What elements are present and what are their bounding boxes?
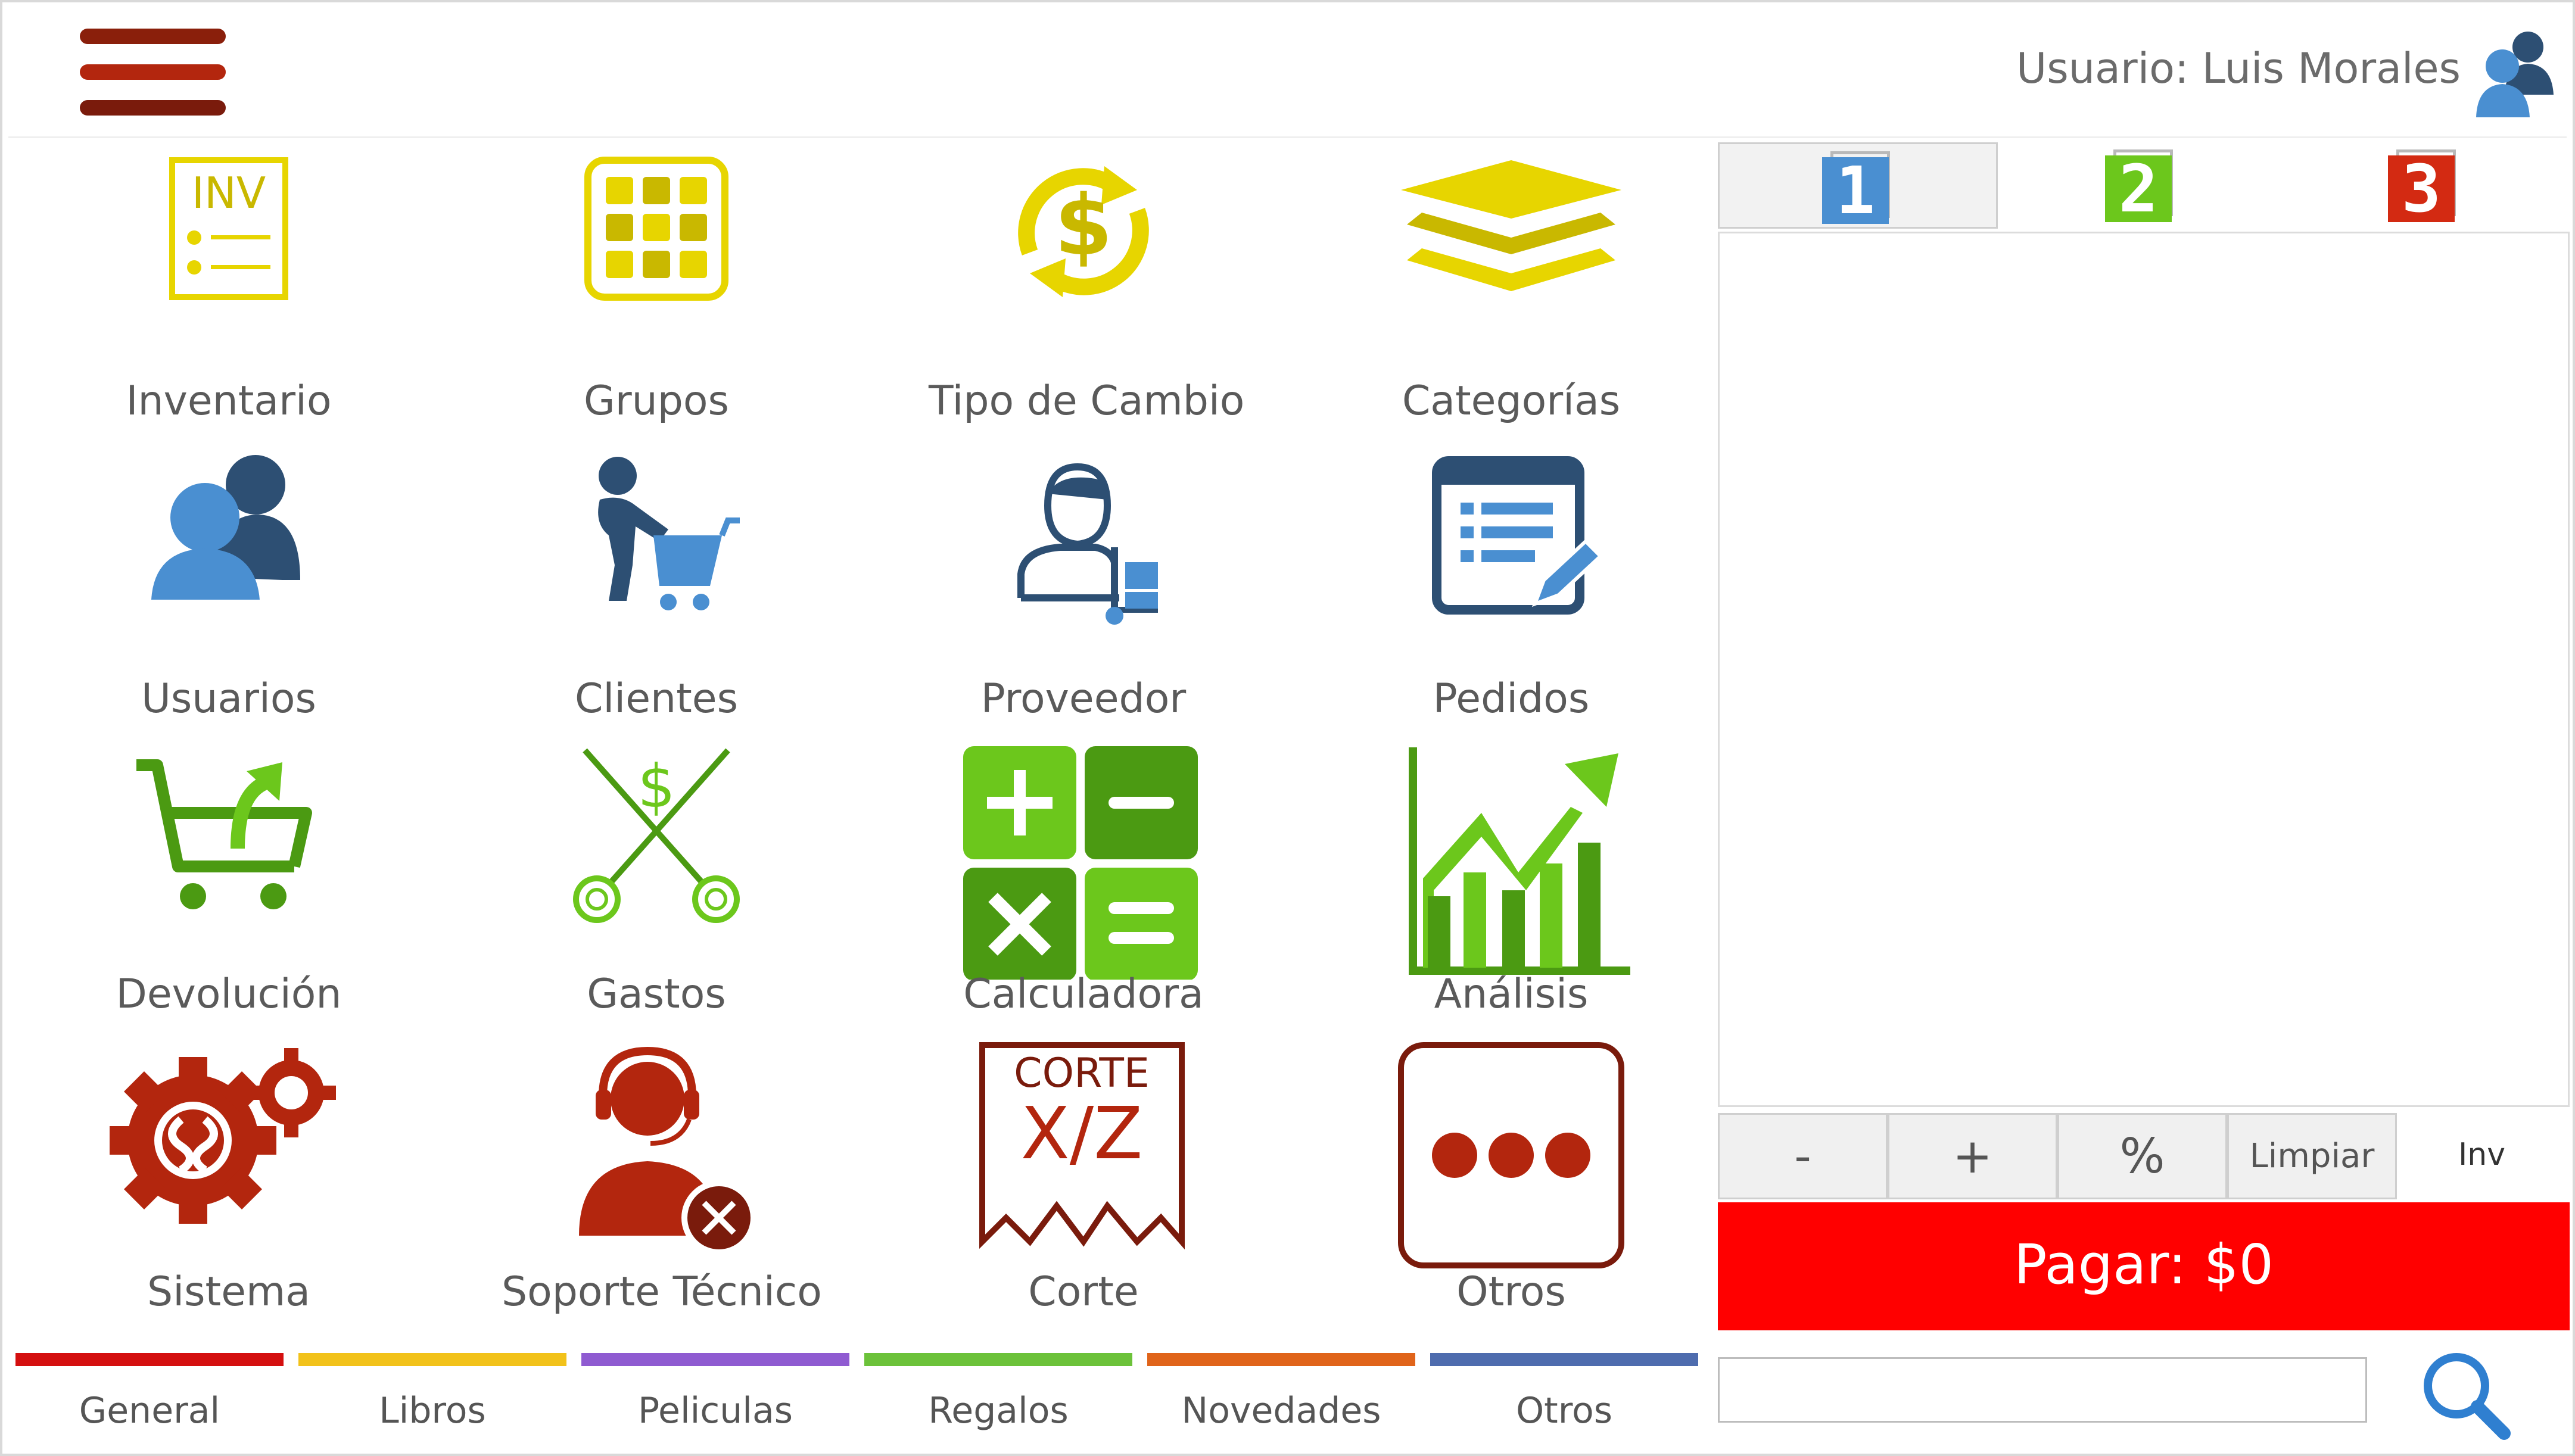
groups-grid-icon bbox=[584, 157, 728, 301]
search-input[interactable] bbox=[1718, 1357, 2367, 1423]
tab-label: Peliculas bbox=[637, 1390, 793, 1432]
clear-button[interactable]: Limpiar bbox=[2227, 1113, 2397, 1199]
tab-label: Libros bbox=[379, 1390, 486, 1432]
svg-text:$: $ bbox=[637, 752, 675, 821]
inventory-icon: INV bbox=[169, 157, 288, 300]
users-icon bbox=[151, 455, 300, 600]
tile-calculadora[interactable]: Calculadora bbox=[929, 735, 1238, 1027]
tile-label: Soporte Técnico bbox=[502, 1268, 822, 1315]
expenses-scissors-icon: $ bbox=[573, 748, 740, 923]
tab-libros[interactable]: Libros bbox=[298, 1353, 566, 1442]
system-gears-icon bbox=[110, 1048, 336, 1224]
analytics-chart-icon bbox=[1409, 747, 1630, 975]
ticket-1-icon: 1 bbox=[1822, 151, 1894, 224]
tile-label: Pedidos bbox=[1433, 675, 1590, 722]
tile-otros[interactable]: Otros bbox=[1356, 1033, 1666, 1325]
more-dots-icon bbox=[1398, 1042, 1624, 1268]
tab-novedades[interactable]: Novedades bbox=[1147, 1353, 1415, 1442]
tab-color-bar bbox=[1147, 1353, 1415, 1366]
menu-icon[interactable] bbox=[80, 26, 226, 121]
category-tabs: General Libros Peliculas Regalos Novedad… bbox=[15, 1353, 1701, 1442]
svg-text:X/Z: X/Z bbox=[1021, 1093, 1143, 1176]
tab-otros[interactable]: Otros bbox=[1430, 1353, 1698, 1442]
tab-color-bar bbox=[15, 1353, 284, 1366]
percent-button[interactable]: % bbox=[2057, 1113, 2227, 1199]
tile-label: Calculadora bbox=[963, 971, 1204, 1018]
inv-button[interactable]: Inv bbox=[2397, 1113, 2567, 1199]
cut-ticket-icon: CORTE X/Z bbox=[979, 1042, 1185, 1250]
tile-label: Usuarios bbox=[141, 675, 316, 722]
user-label: Usuario: Luis Morales bbox=[2016, 44, 2461, 93]
header-divider bbox=[8, 136, 2567, 138]
tile-inventario[interactable]: INV Inventario bbox=[74, 142, 384, 434]
tile-grupos[interactable]: Grupos bbox=[502, 142, 811, 434]
tab-label: General bbox=[79, 1390, 220, 1432]
tab-label: Novedades bbox=[1181, 1390, 1381, 1432]
tile-label: Gastos bbox=[587, 971, 726, 1018]
tab-label: Regalos bbox=[928, 1390, 1069, 1432]
app-window: Usuario: Luis Morales INV Inventario Gru… bbox=[0, 0, 2575, 1456]
ticket-2-icon: 2 bbox=[2105, 149, 2177, 222]
tile-corte[interactable]: CORTE X/Z Corte bbox=[929, 1033, 1238, 1325]
tile-label: Tipo de Cambio bbox=[929, 378, 1245, 425]
tile-usuarios[interactable]: Usuarios bbox=[74, 440, 384, 732]
ticket-3-icon: 3 bbox=[2388, 149, 2459, 222]
ticket-tab-2[interactable]: 2 bbox=[2001, 142, 2281, 229]
tile-label: Proveedor bbox=[980, 675, 1187, 722]
tile-label: Otros bbox=[1456, 1268, 1566, 1315]
tab-color-bar bbox=[581, 1353, 849, 1366]
ticket-panel: 1 2 3 - + % Limpiar Inv Pagar: $0 bbox=[1718, 142, 2570, 1452]
search-icon[interactable] bbox=[2415, 1344, 2516, 1445]
tile-label: Clientes bbox=[574, 675, 739, 722]
keypad: - + % Limpiar Inv bbox=[1718, 1113, 2570, 1199]
exchange-rate-icon: $ bbox=[1018, 166, 1149, 297]
tile-tipo-de-cambio[interactable]: $ Tipo de Cambio bbox=[929, 142, 1245, 434]
tile-label: Inventario bbox=[126, 378, 332, 425]
tile-gastos[interactable]: $ Gastos bbox=[502, 735, 811, 1027]
ticket-items-list[interactable] bbox=[1718, 232, 2570, 1107]
calculator-icon bbox=[963, 746, 1198, 980]
tab-label: Otros bbox=[1515, 1390, 1613, 1432]
tile-clientes[interactable]: Clientes bbox=[502, 440, 811, 732]
supplier-icon bbox=[1017, 463, 1158, 625]
pay-button[interactable]: Pagar: $0 bbox=[1718, 1202, 2570, 1330]
tab-color-bar bbox=[298, 1353, 566, 1366]
ticket-tab-1[interactable]: 1 bbox=[1718, 142, 1998, 229]
svg-text:$: $ bbox=[1054, 177, 1112, 275]
tile-label: Grupos bbox=[584, 378, 729, 425]
tile-proveedor[interactable]: Proveedor bbox=[929, 440, 1238, 732]
tile-label: Corte bbox=[1028, 1268, 1139, 1315]
tile-sistema[interactable]: Sistema bbox=[74, 1033, 384, 1325]
tile-label: Categorías bbox=[1402, 378, 1621, 425]
tab-peliculas[interactable]: Peliculas bbox=[581, 1353, 849, 1442]
customer-cart-icon bbox=[598, 457, 740, 610]
orders-edit-icon bbox=[1432, 456, 1603, 615]
users-icon[interactable] bbox=[2471, 29, 2555, 119]
svg-text:INV: INV bbox=[192, 168, 266, 218]
tile-analisis[interactable]: Análisis bbox=[1356, 735, 1666, 1027]
tile-label: Análisis bbox=[1434, 971, 1589, 1018]
plus-button[interactable]: + bbox=[1888, 1113, 2057, 1199]
tab-general[interactable]: General bbox=[15, 1353, 284, 1442]
tile-label: Devolución bbox=[116, 971, 342, 1018]
tech-support-icon bbox=[579, 1046, 756, 1255]
tile-label: Sistema bbox=[147, 1268, 310, 1315]
tile-devolucion[interactable]: Devolución bbox=[74, 735, 384, 1027]
svg-text:CORTE: CORTE bbox=[1014, 1050, 1150, 1097]
tab-color-bar bbox=[1430, 1353, 1698, 1366]
return-cart-icon bbox=[136, 759, 312, 909]
tab-regalos[interactable]: Regalos bbox=[864, 1353, 1132, 1442]
ticket-tab-3[interactable]: 3 bbox=[2284, 142, 2564, 229]
tab-color-bar bbox=[864, 1353, 1132, 1366]
tile-pedidos[interactable]: Pedidos bbox=[1356, 440, 1666, 732]
tile-soporte-tecnico[interactable]: Soporte Técnico bbox=[502, 1033, 822, 1325]
layers-icon bbox=[1401, 160, 1621, 291]
minus-button[interactable]: - bbox=[1718, 1113, 1888, 1199]
tile-categorias[interactable]: Categorías bbox=[1356, 142, 1666, 434]
